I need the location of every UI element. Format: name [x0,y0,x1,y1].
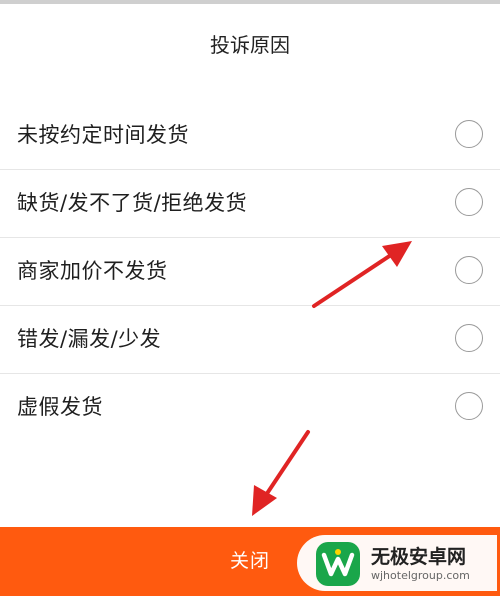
option-row-price-increase[interactable]: 商家加价不发货 [0,238,500,306]
option-row-wrong-shipment[interactable]: 错发/漏发/少发 [0,306,500,374]
option-row-late-shipping[interactable]: 未按约定时间发货 [0,102,500,170]
option-row-fake-shipping[interactable]: 虚假发货 [0,374,500,441]
option-row-out-of-stock[interactable]: 缺货/发不了货/拒绝发货 [0,170,500,238]
option-label: 缺货/发不了货/拒绝发货 [17,191,248,215]
reason-options-list: 未按约定时间发货 缺货/发不了货/拒绝发货 商家加价不发货 错发/漏发/少发 虚… [0,102,500,441]
radio-button[interactable] [455,120,483,148]
watermark-url: wjhotelgroup.com [371,569,470,582]
background-strip [0,0,500,4]
site-logo-icon [316,542,360,586]
complaint-reason-sheet: 投诉原因 未按约定时间发货 缺货/发不了货/拒绝发货 商家加价不发货 错发/漏发… [0,0,500,596]
radio-button[interactable] [455,256,483,284]
radio-button[interactable] [455,392,483,420]
radio-button[interactable] [455,324,483,352]
watermark-title: 无极安卓网 [371,546,467,568]
option-label: 错发/漏发/少发 [17,327,162,351]
option-label: 未按约定时间发货 [17,123,189,147]
site-watermark: 无极安卓网 wjhotelgroup.com [297,535,497,591]
radio-button[interactable] [455,188,483,216]
option-label: 商家加价不发货 [17,259,168,283]
option-label: 虚假发货 [17,395,103,419]
sheet-title: 投诉原因 [210,33,290,57]
